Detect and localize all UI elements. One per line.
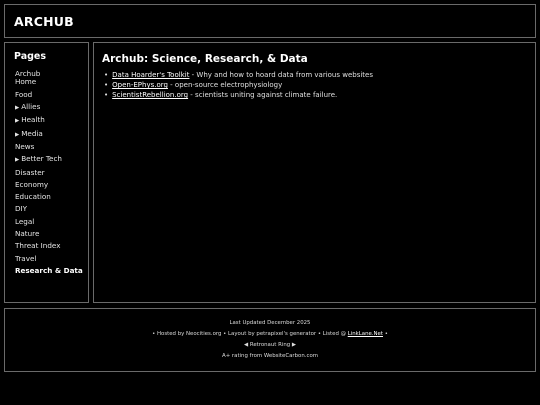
sidebar-item-threat-index[interactable]: Threat Index (15, 240, 83, 252)
sidebar-item-label: DIY (15, 204, 28, 214)
resource-link[interactable]: ScientistRebellion.org (112, 91, 188, 99)
webring-name[interactable]: Retronaut Ring (250, 342, 290, 348)
webring-next-icon[interactable]: ▶ (292, 342, 296, 348)
sidebar-item-legal[interactable]: Legal (15, 216, 83, 228)
sidebar-item-food[interactable]: Food (15, 89, 83, 101)
sidebar-item-label: Health (21, 115, 45, 125)
sidebar-item-label: Nature (15, 229, 40, 239)
sidebar-item-allies[interactable]: ▶ Allies (15, 101, 83, 114)
linklane-link[interactable]: LinkLane.Net (348, 331, 383, 337)
sidebar: Pages Archub Home Food ▶ Allies ▶ Health ▶… (4, 42, 89, 303)
expand-triangle-icon: ▶ (15, 118, 20, 125)
list-item: Open-EPhys.org - open-source electrophys… (104, 80, 373, 90)
sidebar-item-disaster[interactable]: Disaster (15, 167, 83, 179)
sidebar-nav: Archub Home Food ▶ Allies ▶ Health ▶ Media … (15, 69, 83, 277)
sidebar-item-health[interactable]: ▶ Health (15, 114, 83, 127)
sidebar-item-better-tech[interactable]: ▶ Better Tech (15, 153, 83, 166)
expand-triangle-icon: ▶ (15, 131, 20, 138)
sidebar-item-label: Threat Index (15, 241, 61, 251)
sidebar-item-label: Travel (15, 253, 37, 263)
sidebar-item-travel[interactable]: Travel (15, 253, 83, 265)
sidebar-item-label: Better Tech (21, 154, 62, 164)
sidebar-item-label: Legal (15, 216, 35, 226)
resource-link[interactable]: Open-EPhys.org (112, 81, 168, 89)
sidebar-item-label: Archub Home (15, 69, 41, 87)
sidebar-item-label: Allies (21, 102, 41, 112)
resource-description: - Why and how to hoard data from various… (189, 71, 374, 79)
site-title[interactable]: ARCHUB (14, 14, 74, 29)
resource-list: Data Hoarder's Toolkit - Why and how to … (104, 70, 373, 101)
site-header: ARCHUB (4, 4, 536, 38)
carbon-rating[interactable]: A+ rating from WebsiteCarbon.com (5, 353, 535, 359)
sidebar-item-nature[interactable]: Nature (15, 228, 83, 240)
sidebar-item-label: Disaster (15, 167, 45, 177)
resource-description: - open-source electrophysiology (167, 81, 283, 90)
sidebar-item-label: Research & Data (15, 265, 83, 275)
site-footer: Last Updated December 2025 • Hosted by N… (4, 308, 536, 372)
webring: ◀ Retronaut Ring ▶ (5, 342, 535, 348)
expand-triangle-icon: ▶ (15, 105, 20, 112)
page-title: Archub: Science, Research, & Data (102, 53, 308, 65)
expand-triangle-icon: ▶ (15, 157, 20, 164)
resource-description: - scientists uniting against climate fai… (188, 91, 338, 100)
sidebar-heading: Pages (14, 51, 47, 62)
resource-link[interactable]: Data Hoarder's Toolkit (112, 71, 189, 79)
list-item: Data Hoarder's Toolkit - Why and how to … (104, 70, 373, 80)
credits-text: • Hosted by Neocities.org • Layout by pe… (152, 331, 348, 337)
sidebar-item-economy[interactable]: Economy (15, 179, 83, 191)
sidebar-item-education[interactable]: Education (15, 191, 83, 203)
sidebar-item-diy[interactable]: DIY (15, 203, 83, 215)
webring-prev-icon[interactable]: ◀ (244, 342, 248, 348)
sidebar-item-news[interactable]: News (15, 141, 83, 153)
list-item: ScientistRebellion.org - scientists unit… (104, 90, 373, 100)
sidebar-item-research-data[interactable]: Research & Data (15, 265, 83, 277)
sidebar-item-media[interactable]: ▶ Media (15, 128, 83, 141)
sidebar-item-label: Media (21, 128, 43, 138)
sidebar-item-label: Economy (15, 179, 49, 189)
main-content: Archub: Science, Research, & Data Data H… (93, 42, 536, 303)
sidebar-item-label: News (15, 142, 35, 151)
sidebar-item-label: Education (15, 192, 51, 202)
credits-end: • (383, 331, 388, 337)
sidebar-item-archub-home[interactable]: Archub Home (15, 69, 49, 89)
sidebar-item-label: Food (15, 89, 33, 99)
credits-line: • Hosted by Neocities.org • Layout by pe… (5, 331, 535, 337)
last-updated: Last Updated December 2025 (229, 320, 311, 326)
